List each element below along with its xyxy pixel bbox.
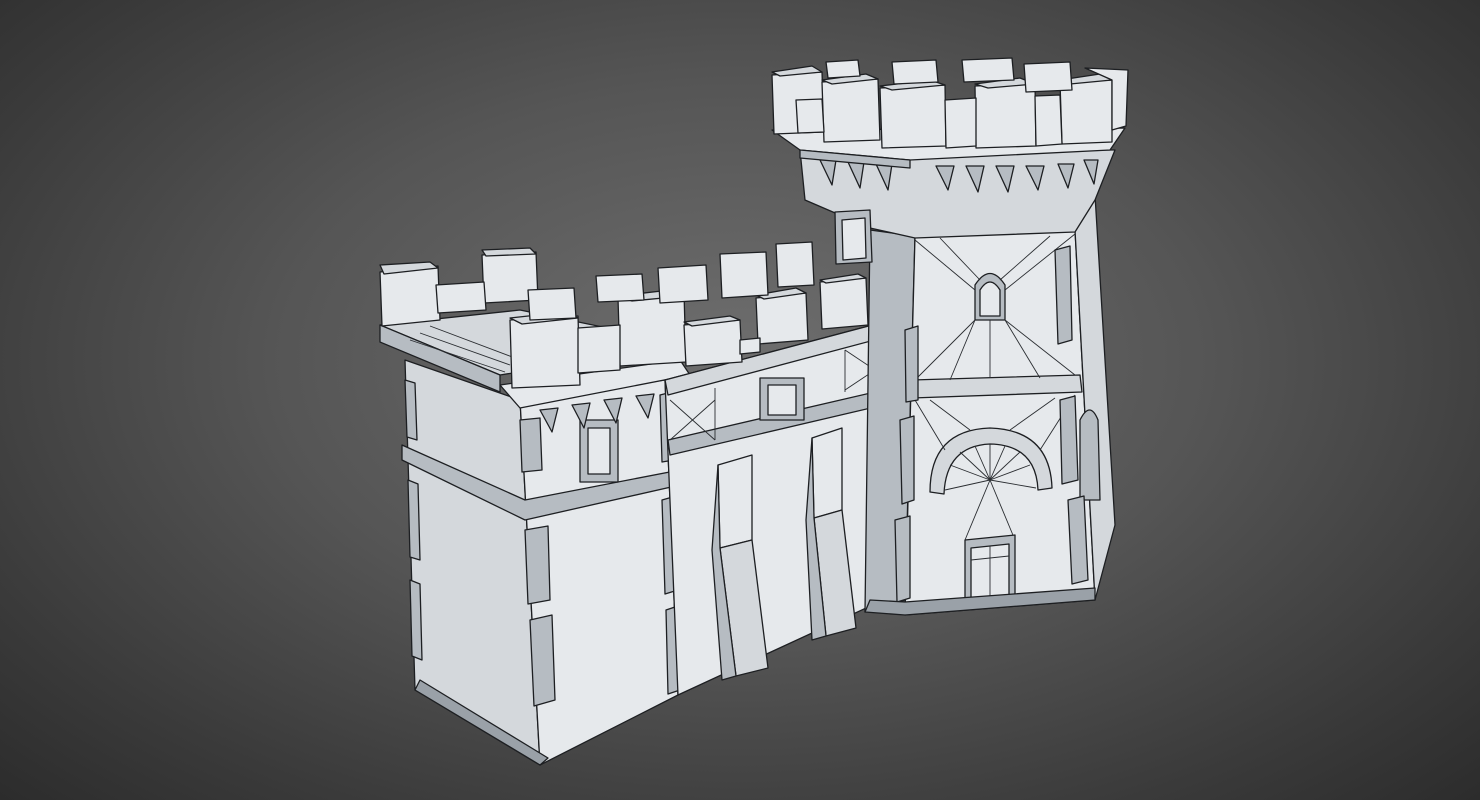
tower-battlements [771, 57, 1129, 149]
castle-model [379, 57, 1129, 766]
render-viewport[interactable] [0, 0, 1480, 800]
